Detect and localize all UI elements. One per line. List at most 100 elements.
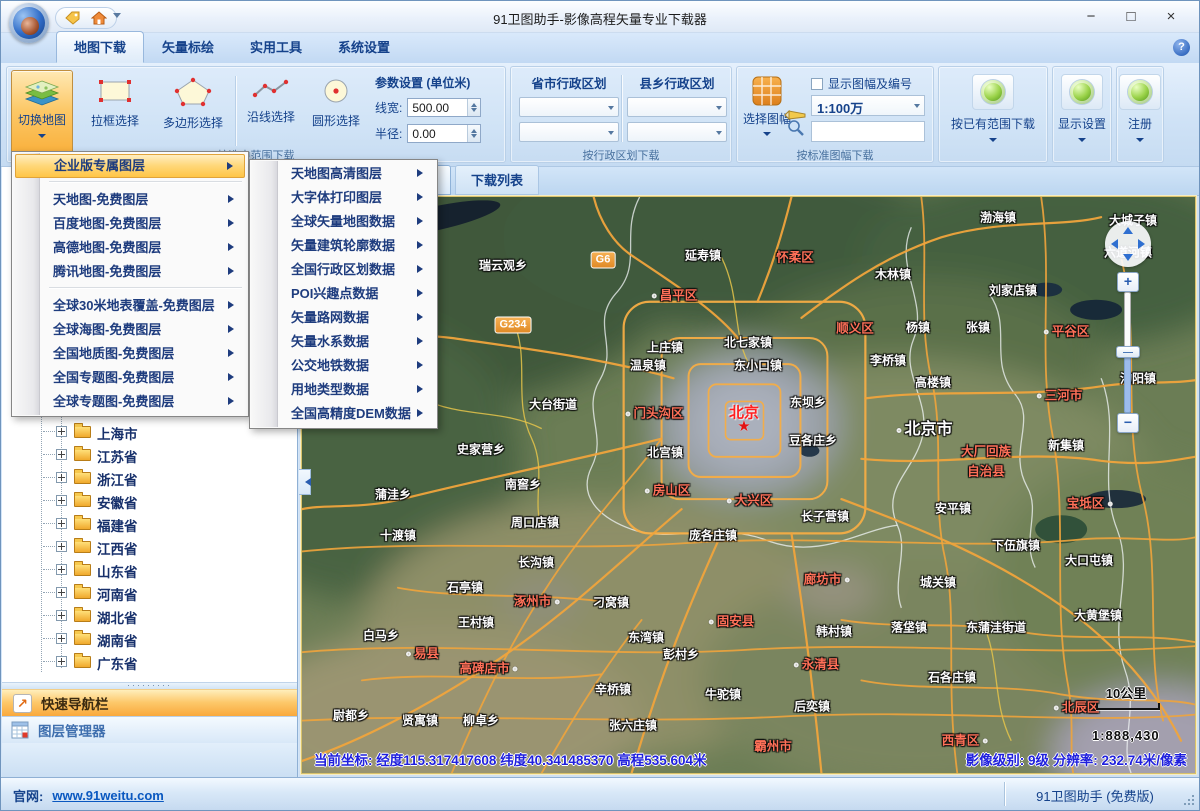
spin-up-icon[interactable] [471,126,477,133]
line-select-button[interactable]: 沿线选择 [238,70,304,152]
circle-select-button[interactable]: 圆形选择 [304,70,368,152]
app-logo-icon[interactable] [9,3,49,43]
home-icon[interactable] [90,10,108,26]
province-combo-1[interactable] [519,97,619,117]
pan-control[interactable] [1105,221,1151,267]
spin-up-icon[interactable] [471,100,477,107]
site-label: 官网: [13,786,43,805]
minimize-button[interactable]: − [1071,1,1111,31]
ribbon-tab[interactable]: 矢量标绘 [144,31,232,63]
menu-item[interactable]: 全球海图-免费图层 [15,318,245,342]
show-sheet-checkbox[interactable] [811,78,823,90]
pan-down-icon[interactable] [1123,254,1133,261]
pan-right-icon[interactable] [1138,239,1145,249]
submenu-item[interactable]: 全国行政区划数据 [253,258,434,282]
submenu-item[interactable]: 全国高精度DEM数据 [253,402,434,426]
map-tab[interactable]: 下载列表 [455,165,539,195]
ribbon-tab[interactable]: 实用工具 [232,31,320,63]
magnifier-icon[interactable] [787,119,805,142]
quick-access-dropdown-icon[interactable] [113,13,121,22]
zoom-slider-handle[interactable] [1116,346,1140,358]
submenu-item[interactable]: 公交地铁数据 [253,354,434,378]
county-combo-1[interactable] [627,97,727,117]
panel-splitter[interactable]: ········· [2,682,297,689]
close-button[interactable]: × [1151,1,1191,31]
tree-item-province[interactable]: 浙江省 [2,466,297,489]
pan-left-icon[interactable] [1111,239,1118,249]
submenu-item[interactable]: POI兴趣点数据 [253,282,434,306]
spin-down-icon[interactable] [471,108,477,115]
display-settings-button[interactable]: 显示设置 [1053,67,1111,162]
expand-plus-icon[interactable] [56,656,67,667]
line-width-spinner[interactable]: 500.00 [407,98,481,117]
tree-item-province[interactable]: 江西省 [2,535,297,558]
province-combo-2[interactable] [519,122,619,142]
submenu-item[interactable]: 用地类型数据 [253,378,434,402]
expand-plus-icon[interactable] [56,564,67,575]
sheet-scale-combo[interactable]: 1:100万 [811,95,925,116]
menu-item[interactable]: 百度地图-免费图层 [15,212,245,236]
expand-plus-icon[interactable] [56,426,67,437]
submenu-arrow-icon [228,267,238,275]
tree-item-province[interactable]: 安徽省 [2,489,297,512]
switch-map-button[interactable]: 切换地图 [11,70,73,159]
submenu-item[interactable]: 矢量水系数据 [253,330,434,354]
register-button[interactable]: 注册 [1117,67,1163,162]
pan-up-icon[interactable] [1123,227,1133,234]
layer-manager-bar[interactable]: 图层管理器 [2,716,297,743]
menu-item[interactable]: 全球30米地表覆盖-免费图层 [15,294,245,318]
nav-arrow-icon [13,694,32,713]
tree-item-province[interactable]: 福建省 [2,512,297,535]
submenu-item[interactable]: 矢量建筑轮廓数据 [253,234,434,258]
menu-item[interactable] [15,181,245,188]
expand-plus-icon[interactable] [56,610,67,621]
menu-item[interactable]: 企业版专属图层 [15,154,245,178]
expand-plus-icon[interactable] [56,541,67,552]
menu-item[interactable]: 天地图-免费图层 [15,188,245,212]
radius-spinner[interactable]: 0.00 [407,124,481,143]
sidebar-collapse-button[interactable] [299,469,311,495]
expand-plus-icon[interactable] [56,518,67,529]
county-combo-2[interactable] [627,122,727,142]
tag-icon[interactable] [64,10,82,26]
tree-item-province[interactable]: 湖北省 [2,604,297,627]
submenu-item[interactable]: 矢量路网数据 [253,306,434,330]
tree-item-province[interactable]: 山东省 [2,558,297,581]
menu-item[interactable]: 全国专题图-免费图层 [15,366,245,390]
submenu-item[interactable]: 天地图高清图层 [253,162,434,186]
quick-nav-bar[interactable]: 快速导航栏 [2,689,297,716]
rect-select-button[interactable]: 拉框选择 [77,70,153,152]
tree-item-province[interactable]: 广东省 [2,650,297,673]
tree-item-province[interactable]: 河南省 [2,581,297,604]
ribbon-tab[interactable]: 地图下载 [56,31,144,63]
zoom-in-button[interactable]: + [1117,272,1139,292]
help-icon[interactable] [1173,39,1190,56]
submenu-item[interactable]: 全球矢量地图数据 [253,210,434,234]
expand-plus-icon[interactable] [56,633,67,644]
expand-plus-icon[interactable] [56,449,67,460]
spin-down-icon[interactable] [471,134,477,141]
menu-item[interactable]: 全国地质图-免费图层 [15,342,245,366]
expand-plus-icon[interactable] [56,587,67,598]
submenu-item[interactable]: 大字体打印图层 [253,186,434,210]
menu-item[interactable]: 全球专题图-免费图层 [15,390,245,414]
submenu-arrow-icon [417,265,427,273]
expand-plus-icon[interactable] [56,495,67,506]
maximize-button[interactable]: □ [1111,1,1151,31]
menu-item[interactable]: 腾讯地图-免费图层 [15,260,245,284]
menu-item[interactable] [15,287,245,294]
expand-plus-icon[interactable] [56,472,67,483]
website-link[interactable]: www.91weitu.com [52,788,164,803]
polygon-select-button[interactable]: 多边形选择 [153,70,233,152]
sheet-number-input[interactable] [811,121,925,142]
tree-item-province[interactable]: 江苏省 [2,443,297,466]
ribbon-tab[interactable]: 系统设置 [320,31,408,63]
zoom-out-button[interactable]: − [1117,413,1139,433]
submenu-arrow-icon [417,361,427,369]
chevron-down-icon [989,138,997,146]
tree-item-province[interactable]: 湖南省 [2,627,297,650]
menu-item[interactable]: 高德地图-免费图层 [15,236,245,260]
folder-icon [74,449,91,461]
resize-grip[interactable] [1184,795,1196,807]
download-by-existing-range-button[interactable]: 按已有范围下载 [939,67,1047,162]
